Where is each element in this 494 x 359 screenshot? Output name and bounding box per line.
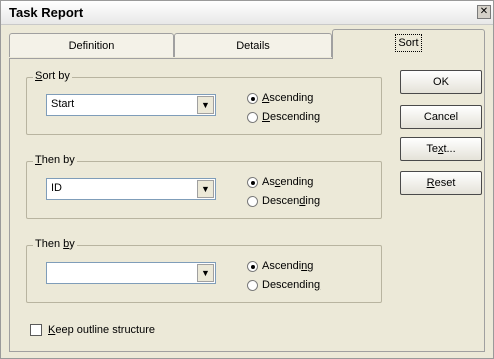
tab-definition[interactable]: Definition [9,33,174,57]
keep-outline-checkbox[interactable]: Keep outline structure [30,324,155,336]
tab-sort-label: Sort [395,34,422,52]
then-by-1-descending-radio[interactable]: Descending [247,195,320,207]
then-by-1-descending-label: Descending [262,195,321,207]
tab-details[interactable]: Details [174,33,332,57]
cancel-button[interactable]: Cancel [400,105,482,129]
sort-by-ascending-radio[interactable]: Ascending [247,92,313,104]
then-by-1-ascending-label: Ascending [262,176,314,188]
radio-selected-icon [247,176,258,188]
task-report-dialog: Task Report ✕ Definition Details Sort So… [0,0,494,359]
sort-by-select[interactable]: Start ▼ [46,94,216,116]
chevron-down-icon[interactable]: ▼ [197,180,214,198]
sort-by-value: Start [51,98,75,110]
radio-unselected-icon [247,279,258,291]
then-by-2-descending-label: Descending [262,279,321,291]
then-by-2-ascending-label: Ascending [262,260,314,272]
then-by-1-group: Then by ID ▼ Ascending Descending [26,154,382,219]
then-by-1-legend: Then by [33,154,77,166]
then-by-2-descending-radio[interactable]: Descending [247,279,320,291]
sort-panel: Sort by Start ▼ Ascending Descending The… [9,58,485,352]
then-by-1-ascending-radio[interactable]: Ascending [247,176,313,188]
radio-unselected-icon [247,195,258,207]
sort-by-legend-rest: ort by [42,70,70,82]
checkbox-icon [30,324,42,336]
ok-button[interactable]: OK [400,70,482,94]
tab-sort[interactable]: Sort [332,29,485,59]
chevron-down-icon[interactable]: ▼ [197,96,214,114]
then-by-1-value: ID [51,182,62,194]
title-bar: Task Report ✕ [1,1,493,25]
radio-unselected-icon [247,111,258,123]
reset-button[interactable]: Reset [400,171,482,195]
radio-selected-icon [247,260,258,272]
sort-by-descending-label: Descending [262,111,321,123]
chevron-down-icon[interactable]: ▼ [197,264,214,282]
keep-outline-label: Keep outline structure [48,324,156,336]
text-button[interactable]: Text... [400,137,482,161]
sort-by-group: Sort by Start ▼ Ascending Descending [26,70,382,135]
then-by-2-legend: Then by [33,238,77,250]
dialog-title: Task Report [9,5,84,20]
tab-strip: Definition Details Sort [9,29,485,59]
then-by-1-select[interactable]: ID ▼ [46,178,216,200]
radio-selected-icon [247,92,258,104]
tab-definition-label: Definition [68,40,115,52]
then-by-2-ascending-radio[interactable]: Ascending [247,260,313,272]
tab-details-label: Details [236,40,270,52]
sort-by-descending-radio[interactable]: Descending [247,111,320,123]
then-by-2-group: Then by ▼ Ascending Descending [26,238,382,303]
then-by-2-select[interactable]: ▼ [46,262,216,284]
sort-by-legend: Sort by [33,70,72,82]
sort-by-ascending-label: Ascending [262,92,314,104]
close-icon[interactable]: ✕ [477,5,491,19]
